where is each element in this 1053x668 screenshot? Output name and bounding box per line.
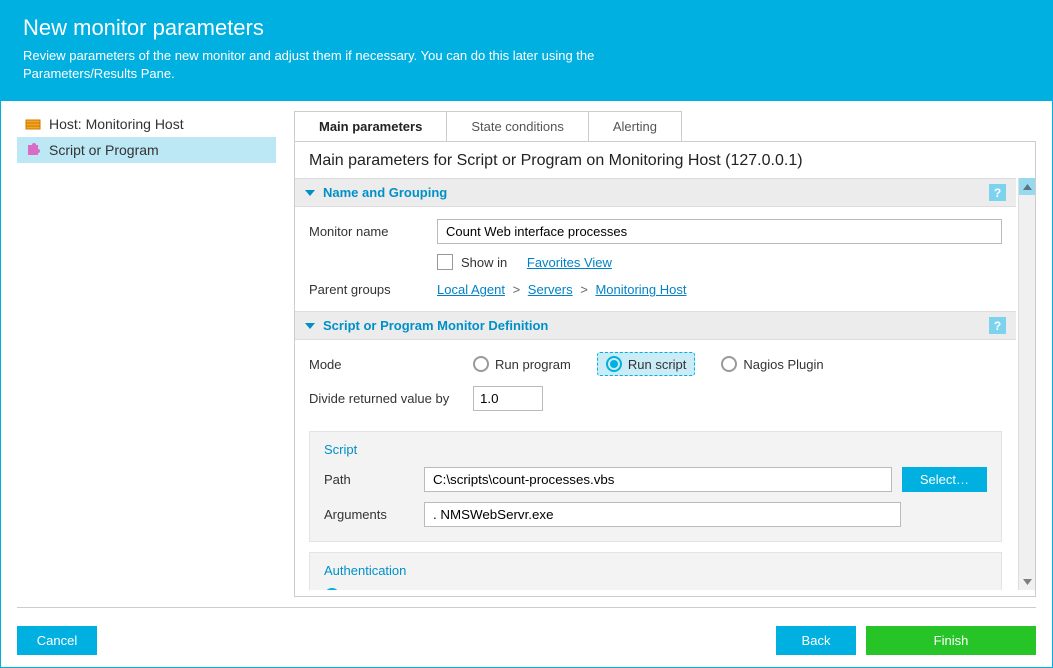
- parent-groups-breadcrumb: Local Agent > Servers > Monitoring Host: [437, 282, 686, 297]
- help-button[interactable]: ?: [989, 317, 1006, 334]
- mode-radio-group: Run program Run script Nagios Plugin: [473, 352, 824, 376]
- mode-label: Mode: [309, 357, 473, 372]
- main-panel: Main parameters for Script or Program on…: [294, 141, 1036, 597]
- breadcrumb-monitoring-host[interactable]: Monitoring Host: [595, 282, 686, 297]
- vertical-scrollbar[interactable]: [1018, 178, 1035, 590]
- breadcrumb-local-agent[interactable]: Local Agent: [437, 282, 505, 297]
- tab-main-parameters[interactable]: Main parameters: [294, 111, 447, 141]
- favorites-view-link[interactable]: Favorites View: [527, 255, 612, 270]
- breadcrumb-sep: >: [513, 282, 521, 297]
- section-body-definition: Mode Run program Run script: [295, 340, 1016, 423]
- tab-bar: Main parameters State conditions Alertin…: [294, 111, 1036, 141]
- scroll-up-arrow-icon[interactable]: [1019, 178, 1035, 195]
- arguments-label: Arguments: [324, 507, 414, 522]
- wizard-subtitle: Review parameters of the new monitor and…: [23, 47, 663, 83]
- tab-alerting[interactable]: Alerting: [588, 111, 682, 141]
- scroll-area[interactable]: Name and Grouping ? Monitor name: [295, 178, 1035, 590]
- show-in-label: Show in: [461, 255, 507, 270]
- sidebar-item-host[interactable]: Host: Monitoring Host: [17, 111, 276, 137]
- monitor-name-label: Monitor name: [309, 224, 437, 239]
- wizard-window: New monitor parameters Review parameters…: [0, 0, 1053, 668]
- show-in-favorites-checkbox[interactable]: [437, 254, 453, 270]
- section-header-definition[interactable]: Script or Program Monitor Definition ?: [295, 311, 1016, 340]
- section-body-name-grouping: Monitor name Show in Favorites View: [295, 207, 1016, 311]
- sidebar-item-script[interactable]: Script or Program: [17, 137, 276, 163]
- wizard-header: New monitor parameters Review parameters…: [1, 1, 1052, 101]
- main-area: Main parameters State conditions Alertin…: [294, 111, 1036, 597]
- script-arguments-input[interactable]: [424, 502, 901, 527]
- select-path-button[interactable]: Select…: [902, 467, 987, 492]
- help-button[interactable]: ?: [989, 184, 1006, 201]
- section-title: Script or Program Monitor Definition: [323, 318, 548, 333]
- divide-label: Divide returned value by: [309, 391, 473, 406]
- auth-windows-credentials-radio[interactable]: Domain, user name and password are defin…: [324, 588, 987, 590]
- host-icon: [25, 116, 41, 132]
- radio-label: Run program: [495, 357, 571, 372]
- tab-state-conditions[interactable]: State conditions: [446, 111, 589, 141]
- wizard-footer: Cancel Back Finish: [17, 607, 1036, 655]
- scroll-down-arrow-icon[interactable]: [1019, 573, 1035, 590]
- radio-label: Domain, user name and password are defin…: [346, 589, 853, 590]
- wizard-sidebar: Host: Monitoring Host Script or Program: [17, 111, 276, 597]
- caret-down-icon: [305, 190, 315, 196]
- script-subsection: Script Path Select… Arguments: [309, 431, 1002, 542]
- wizard-body: Host: Monitoring Host Script or Program …: [1, 101, 1052, 597]
- script-title: Script: [324, 442, 987, 457]
- caret-down-icon: [305, 323, 315, 329]
- radio-label: Run script: [628, 357, 687, 372]
- radio-label: Nagios Plugin: [743, 357, 823, 372]
- divide-value-input[interactable]: [473, 386, 543, 411]
- finish-button[interactable]: Finish: [866, 626, 1036, 655]
- mode-run-script-radio[interactable]: Run script: [597, 352, 696, 376]
- sidebar-item-label: Script or Program: [49, 142, 159, 158]
- parent-groups-label: Parent groups: [309, 282, 437, 297]
- mode-nagios-radio[interactable]: Nagios Plugin: [721, 356, 823, 372]
- cancel-button[interactable]: Cancel: [17, 626, 97, 655]
- sidebar-item-label: Host: Monitoring Host: [49, 116, 184, 132]
- path-label: Path: [324, 472, 414, 487]
- breadcrumb-sep: >: [580, 282, 588, 297]
- breadcrumb-servers[interactable]: Servers: [528, 282, 573, 297]
- back-button[interactable]: Back: [776, 626, 856, 655]
- panel-title: Main parameters for Script or Program on…: [295, 152, 1035, 178]
- monitor-name-input[interactable]: [437, 219, 1002, 244]
- authentication-title: Authentication: [324, 563, 987, 578]
- section-title: Name and Grouping: [323, 185, 447, 200]
- authentication-subsection: Authentication Domain, user name and pas…: [309, 552, 1002, 590]
- mode-run-program-radio[interactable]: Run program: [473, 356, 571, 372]
- wizard-title: New monitor parameters: [23, 15, 1030, 41]
- puzzle-icon: [25, 142, 41, 158]
- script-path-input[interactable]: [424, 467, 892, 492]
- section-header-name-grouping[interactable]: Name and Grouping ?: [295, 178, 1016, 207]
